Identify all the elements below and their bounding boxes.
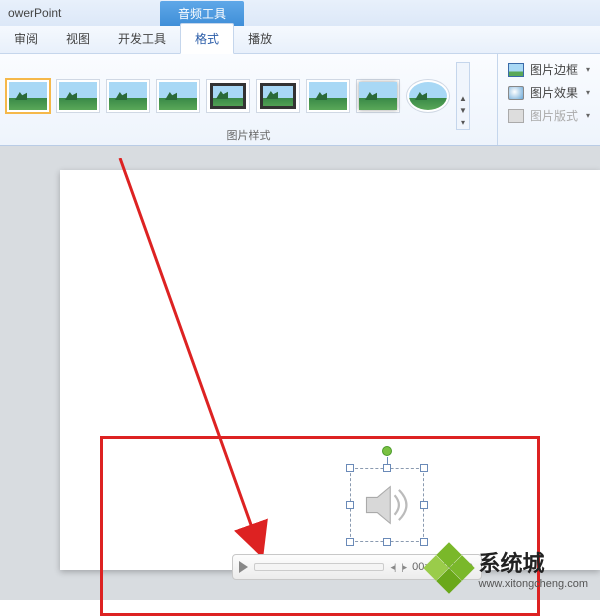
picture-effects-label: 图片效果 [530,84,578,101]
tab-review[interactable]: 审阅 [0,24,52,53]
resize-handle-tr[interactable] [420,464,428,472]
tab-view[interactable]: 视图 [52,24,104,53]
tab-developer[interactable]: 开发工具 [104,24,180,53]
audio-object[interactable] [350,468,424,542]
play-button[interactable] [239,561,248,573]
tab-format[interactable]: 格式 [180,23,234,54]
title-bar: owerPoint 音频工具 [0,0,600,26]
watermark-name: 系统城 [479,546,588,578]
chevron-down-icon: ▾ [586,65,590,74]
picture-layout-label: 图片版式 [530,107,578,124]
rotation-handle[interactable] [382,446,392,456]
slide-canvas-area: ◂| |▸ 00:00.00 [0,146,600,600]
picture-layout-button: 图片版式 ▾ [506,106,592,125]
group-label-picture-styles: 图片样式 [0,127,497,143]
skip-back-button[interactable]: ◂| [390,562,395,573]
ribbon-tabs: 审阅 视图 开发工具 格式 播放 [0,26,600,54]
resize-handle-tl[interactable] [346,464,354,472]
picture-border-button[interactable]: 图片边框 ▾ [506,60,592,79]
context-tab-audio-tools[interactable]: 音频工具 [160,1,244,26]
ribbon: ▲▼▾ 图片样式 图片边框 ▾ 图片效果 ▾ 图片版式 ▾ [0,54,600,146]
effects-icon [508,86,524,100]
picture-border-label: 图片边框 [530,61,578,78]
border-icon [508,63,524,77]
watermark-logo-icon [427,546,471,590]
resize-handle-bm[interactable] [383,538,391,546]
style-thumb-5[interactable] [206,79,250,113]
seek-track[interactable] [254,563,384,571]
resize-handle-ml[interactable] [346,501,354,509]
layout-icon [508,109,524,123]
style-thumb-1[interactable] [6,79,50,113]
style-thumb-2[interactable] [56,79,100,113]
chevron-down-icon: ▾ [586,111,590,120]
picture-adjust-group: 图片边框 ▾ 图片效果 ▾ 图片版式 ▾ [497,54,600,145]
style-thumb-8[interactable] [356,79,400,113]
style-thumb-6[interactable] [256,79,300,113]
chevron-down-icon: ▾ [586,88,590,97]
style-thumb-4[interactable] [156,79,200,113]
speaker-icon [360,478,414,532]
tab-playback[interactable]: 播放 [234,24,286,53]
watermark: 系统城 www.xitongcheng.com [427,546,588,590]
style-thumb-9[interactable] [406,79,450,113]
resize-handle-bl[interactable] [346,538,354,546]
picture-effects-button[interactable]: 图片效果 ▾ [506,83,592,102]
skip-forward-button[interactable]: |▸ [401,562,406,573]
gallery-more-button[interactable]: ▲▼▾ [456,62,470,130]
resize-handle-tm[interactable] [383,464,391,472]
watermark-url: www.xitongcheng.com [479,578,588,590]
app-name: owerPoint [0,6,160,20]
style-thumb-7[interactable] [306,79,350,113]
style-thumb-3[interactable] [106,79,150,113]
resize-handle-br[interactable] [420,538,428,546]
picture-styles-group: ▲▼▾ 图片样式 [0,54,497,145]
resize-handle-mr[interactable] [420,501,428,509]
